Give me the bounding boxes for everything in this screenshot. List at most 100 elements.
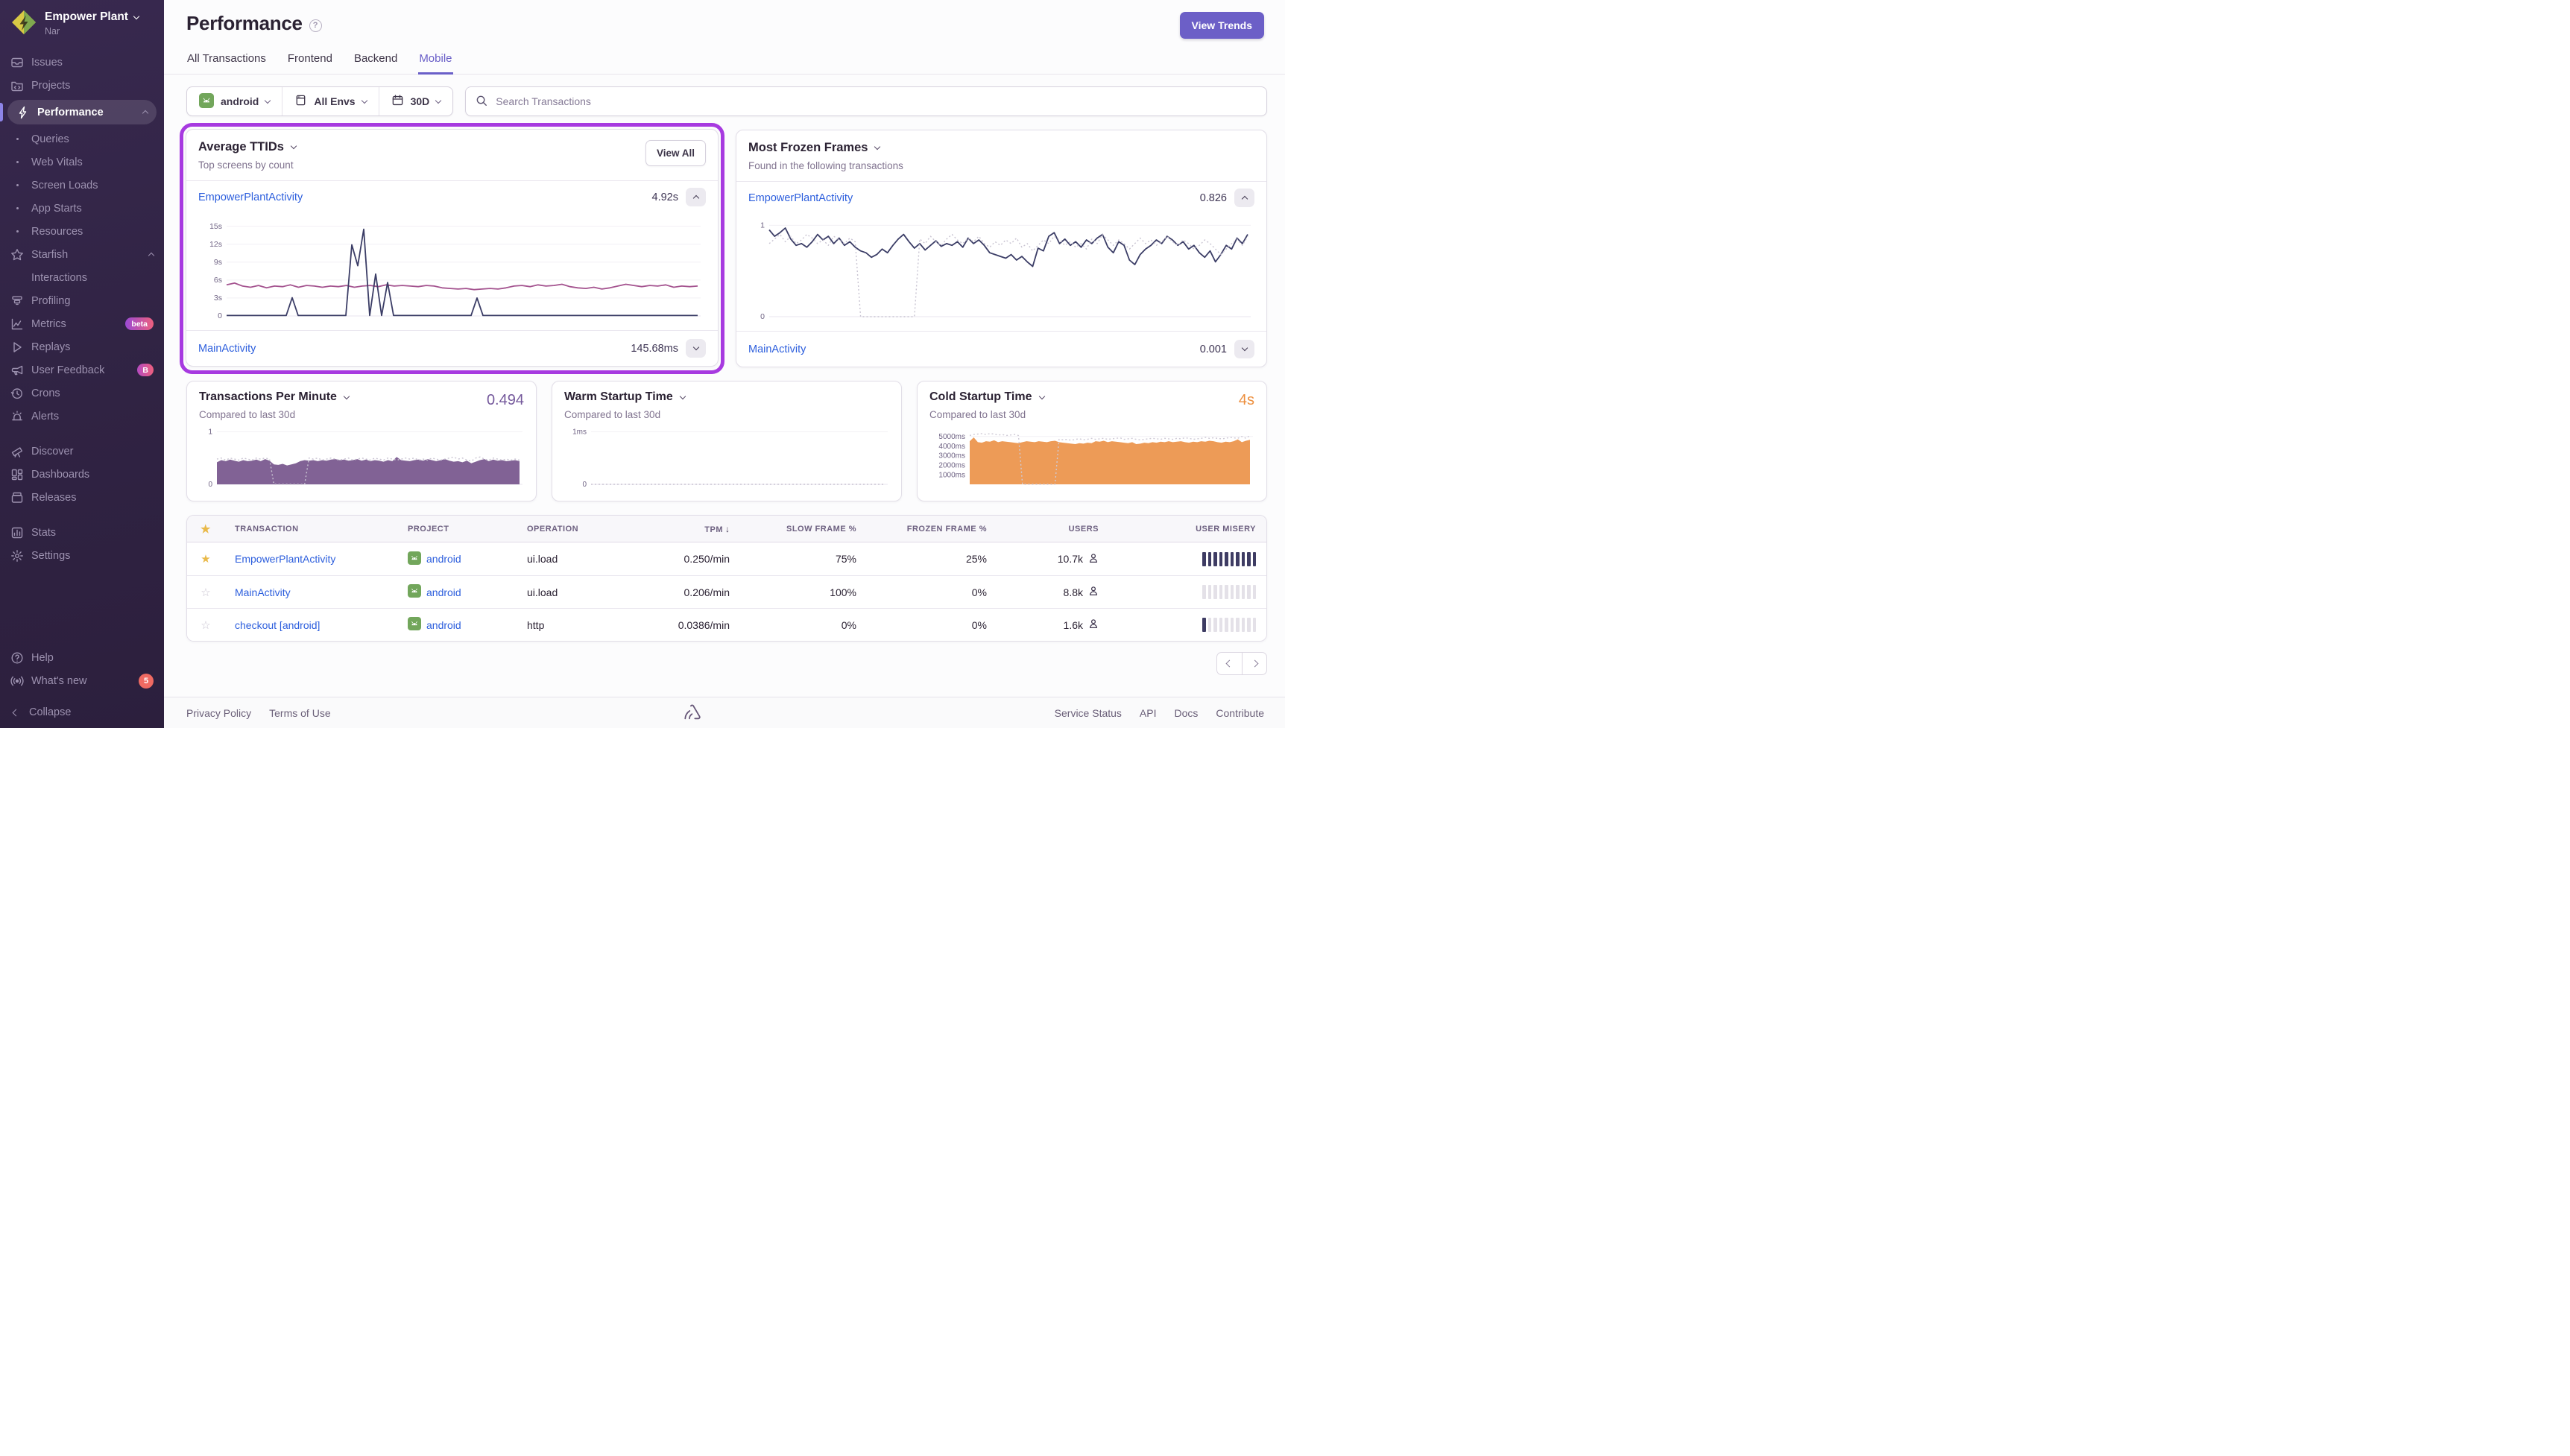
project-link[interactable]: android: [426, 553, 461, 565]
sidebar-item-screen-loads[interactable]: Screen Loads: [0, 174, 164, 197]
footer-link-api[interactable]: API: [1140, 707, 1157, 719]
project-filter[interactable]: android: [187, 87, 282, 115]
column-header-users[interactable]: USERS: [997, 525, 1109, 534]
bullet-icon: [10, 271, 24, 285]
card-title: Warm Startup Time: [564, 390, 673, 404]
column-header-slow-frame[interactable]: SLOW FRAME %: [740, 525, 867, 534]
sidebar-item-web-vitals[interactable]: Web Vitals: [0, 151, 164, 174]
sidebar-item-crons[interactable]: Crons: [0, 382, 164, 405]
footer-link-contribute[interactable]: Contribute: [1216, 707, 1264, 719]
average-ttids-card: Average TTIDs Top screens by count View …: [186, 129, 719, 367]
sidebar-item-metrics[interactable]: Metricsbeta: [0, 312, 164, 335]
sidebar-item-resources[interactable]: Resources: [0, 220, 164, 243]
replays-icon: [10, 341, 24, 354]
sidebar-item-label: Replays: [31, 341, 154, 353]
footer-link-privacy-policy[interactable]: Privacy Policy: [186, 707, 251, 719]
sidebar-item-releases[interactable]: Releases: [0, 486, 164, 509]
expand-row-button[interactable]: [686, 339, 706, 358]
help-icon: [10, 651, 24, 665]
transaction-link[interactable]: EmpowerPlantActivity: [748, 192, 853, 204]
org-switcher[interactable]: Empower Plant Nar: [0, 0, 164, 45]
view-trends-button[interactable]: View Trends: [1180, 12, 1264, 39]
most-frozen-frames-dropdown[interactable]: Most Frozen Frames: [748, 141, 903, 155]
search-input[interactable]: [494, 95, 1257, 108]
footer-link-service-status[interactable]: Service Status: [1055, 707, 1122, 719]
sidebar-item-profiling[interactable]: Profiling: [0, 289, 164, 312]
chevron-left-icon: [1226, 660, 1234, 668]
star-column-header[interactable]: ★: [187, 522, 224, 536]
android-project-icon: [408, 584, 421, 600]
card-title: Most Frozen Frames: [748, 141, 868, 155]
project-link[interactable]: android: [426, 619, 461, 631]
cold-startup-dropdown[interactable]: Cold Startup Time: [929, 390, 1254, 404]
column-header-tpm[interactable]: TPM↓: [640, 524, 740, 534]
environment-filter[interactable]: All Envs: [282, 87, 378, 115]
column-header-frozen-frame[interactable]: FROZEN FRAME %: [867, 525, 997, 534]
sidebar-item-app-starts[interactable]: App Starts: [0, 197, 164, 220]
tab-all-transactions[interactable]: All Transactions: [186, 48, 267, 75]
date-range-filter[interactable]: 30D: [379, 87, 453, 115]
star-toggle[interactable]: ☆: [187, 586, 224, 599]
tab-mobile[interactable]: Mobile: [418, 48, 452, 75]
calendar-icon: [391, 94, 404, 109]
sidebar-item-starfish[interactable]: Starfish: [0, 243, 164, 266]
tab-bar: All Transactions Frontend Backend Mobile: [164, 48, 1285, 75]
sidebar-item-projects[interactable]: Projects: [0, 74, 164, 97]
previous-page-button[interactable]: [1216, 652, 1242, 675]
svg-text:6s: 6s: [214, 276, 222, 285]
sidebar-item-label: Help: [31, 652, 154, 664]
footer-link-terms-of-use[interactable]: Terms of Use: [269, 707, 330, 719]
sidebar-item-dashboards[interactable]: Dashboards: [0, 463, 164, 486]
sidebar-item-label: Metrics: [31, 318, 115, 330]
transaction-link[interactable]: MainActivity: [235, 586, 291, 598]
collapse-row-button[interactable]: [1234, 189, 1254, 207]
transaction-value: 0.001: [1200, 344, 1227, 355]
chevron-down-icon: [1241, 345, 1247, 351]
help-icon[interactable]: ?: [309, 19, 322, 32]
footer-link-docs[interactable]: Docs: [1175, 707, 1199, 719]
frozen-frame-cell: 0%: [867, 619, 997, 631]
tpm-dropdown[interactable]: Transactions Per Minute: [199, 390, 524, 404]
sidebar-item-interactions[interactable]: Interactions: [0, 266, 164, 289]
project-link[interactable]: android: [426, 586, 461, 598]
sidebar-item-queries[interactable]: Queries: [0, 127, 164, 151]
sidebar-item-discover[interactable]: Discover: [0, 440, 164, 463]
sidebar-item-settings[interactable]: Settings: [0, 544, 164, 567]
collapse-button[interactable]: Collapse: [0, 697, 164, 728]
sidebar-item-help[interactable]: Help: [0, 646, 164, 669]
svg-text:1ms: 1ms: [572, 428, 587, 437]
column-header-user-misery[interactable]: USER MISERY: [1109, 525, 1266, 534]
tab-frontend[interactable]: Frontend: [287, 48, 333, 75]
sidebar-item-what-s-new[interactable]: What's new5: [0, 669, 164, 692]
warm-startup-dropdown[interactable]: Warm Startup Time: [564, 390, 889, 404]
sidebar-item-user-feedback[interactable]: User FeedbackB: [0, 358, 164, 382]
table-row: ☆MainActivityandroidui.load0.206/min100%…: [187, 575, 1266, 608]
expand-row-button[interactable]: [1234, 340, 1254, 358]
column-header-operation[interactable]: OPERATION: [517, 525, 640, 534]
average-ttids-dropdown[interactable]: Average TTIDs: [198, 140, 296, 154]
column-header-project[interactable]: PROJECT: [397, 525, 517, 534]
column-header-transaction[interactable]: TRANSACTION: [224, 525, 397, 534]
transaction-link[interactable]: EmpowerPlantActivity: [235, 553, 335, 565]
chevron-down-icon: [291, 143, 297, 149]
user-misery-bar: [1109, 585, 1266, 599]
transaction-link[interactable]: checkout [android]: [235, 619, 320, 631]
sidebar-item-performance[interactable]: Performance: [7, 100, 157, 124]
transaction-link[interactable]: MainActivity: [198, 343, 256, 355]
sidebar-item-replays[interactable]: Replays: [0, 335, 164, 358]
star-toggle[interactable]: ☆: [187, 618, 224, 632]
users-cell: 8.8k: [997, 586, 1109, 598]
collapse-row-button[interactable]: [686, 188, 706, 206]
sidebar-item-label: Alerts: [31, 411, 154, 422]
view-all-button[interactable]: View All: [645, 140, 706, 166]
sidebar-item-label: Projects: [31, 80, 154, 92]
sidebar: Empower Plant Nar Issues Projects Performa…: [0, 0, 164, 728]
star-toggle[interactable]: ★: [187, 552, 224, 566]
transaction-link[interactable]: MainActivity: [748, 344, 806, 355]
next-page-button[interactable]: [1242, 652, 1267, 675]
transaction-link[interactable]: EmpowerPlantActivity: [198, 192, 303, 203]
sidebar-item-stats[interactable]: Stats: [0, 521, 164, 544]
tab-backend[interactable]: Backend: [353, 48, 398, 75]
sidebar-item-issues[interactable]: Issues: [0, 51, 164, 74]
sidebar-item-alerts[interactable]: Alerts: [0, 405, 164, 428]
